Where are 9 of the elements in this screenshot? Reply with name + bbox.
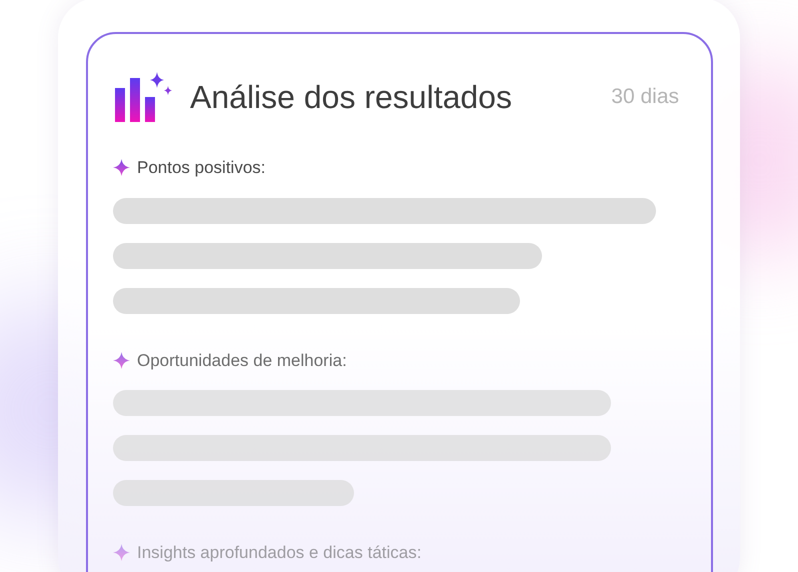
section-heading: Pontos positivos: xyxy=(137,157,266,179)
period-label: 30 dias xyxy=(611,84,679,110)
bar-chart-sparkle-icon xyxy=(113,72,173,122)
sparkle-icon xyxy=(113,352,130,369)
sparkle-icon xyxy=(113,159,130,176)
sparkle-icon xyxy=(113,544,130,562)
card-title: Análise dos resultados xyxy=(190,81,512,113)
section-heading: Insights aprofundados e dicas táticas: xyxy=(137,542,422,564)
section-heading: Oportunidades de melhoria: xyxy=(137,350,347,372)
